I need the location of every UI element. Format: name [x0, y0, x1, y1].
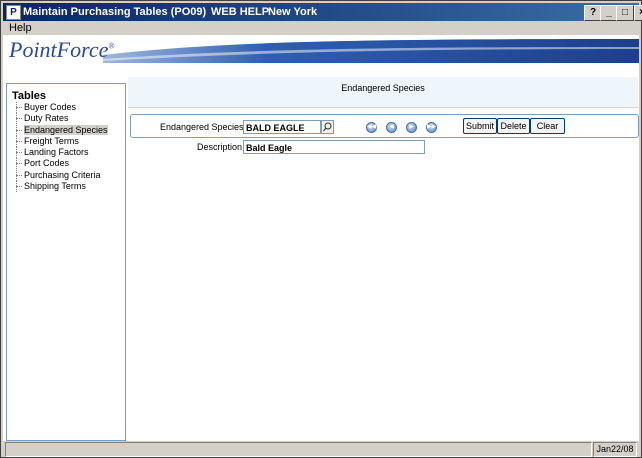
- brand-banner: PointForce®: [3, 35, 639, 63]
- status-message-panel: [5, 442, 592, 457]
- submit-button[interactable]: Submit: [463, 118, 497, 134]
- tree-item-label: Landing Factors: [24, 147, 89, 158]
- title-bar[interactable]: P Maintain Purchasing Tables (PO09) WEB …: [3, 3, 642, 21]
- content-area: Tables Buyer Codes Duty Rates Endangered…: [3, 63, 639, 441]
- status-bar: Jan22/08: [3, 441, 639, 457]
- tree-item-freight-terms[interactable]: Freight Terms: [14, 135, 108, 148]
- tree-item-shipping-terms[interactable]: Shipping Terms: [14, 181, 108, 193]
- web-help-link[interactable]: WEB HELP: [211, 6, 269, 18]
- pointforce-logo: PointForce®: [9, 37, 114, 63]
- location-label: New York: [268, 6, 318, 18]
- endangered-species-input[interactable]: BALD EAGLE: [243, 120, 321, 134]
- description-input[interactable]: Bald Eagle: [243, 140, 425, 154]
- previous-record-icon[interactable]: ◀: [386, 122, 397, 133]
- tree-item-purchasing-criteria[interactable]: Purchasing Criteria: [14, 169, 108, 182]
- tree-item-label: Duty Rates: [24, 113, 69, 124]
- application-window: P Maintain Purchasing Tables (PO09) WEB …: [0, 0, 642, 458]
- tree-item-port-codes[interactable]: Port Codes: [14, 158, 108, 170]
- menu-bar: Help: [3, 21, 639, 35]
- first-record-icon[interactable]: ◀◀: [366, 122, 377, 133]
- app-icon: P: [6, 5, 21, 20]
- menu-item-help[interactable]: Help: [9, 22, 32, 34]
- tables-heading: Tables: [12, 90, 47, 102]
- tree-item-label: Freight Terms: [24, 135, 79, 146]
- next-record-icon[interactable]: ▶: [406, 122, 417, 133]
- endangered-species-label: Endangered Species: [160, 122, 244, 132]
- trademark-mark: ®: [108, 41, 115, 51]
- tree-item-endangered-species[interactable]: Endangered Species: [14, 124, 108, 136]
- close-button[interactable]: ×: [634, 5, 642, 21]
- maximize-button[interactable]: □: [616, 5, 634, 21]
- delete-button[interactable]: Delete: [497, 118, 530, 134]
- tables-panel: Tables Buyer Codes Duty Rates Endangered…: [6, 83, 126, 441]
- last-record-icon[interactable]: ▶▶: [426, 122, 437, 133]
- window-title: Maintain Purchasing Tables (PO09): [23, 6, 207, 18]
- tree-item-label: Endangered Species: [24, 124, 108, 135]
- clear-button[interactable]: Clear: [530, 118, 565, 134]
- tree-item-duty-rates[interactable]: Duty Rates: [14, 113, 108, 125]
- page-header: Endangered Species: [128, 77, 638, 108]
- status-date: Jan22/08: [593, 442, 637, 457]
- banner-swoosh: [103, 39, 639, 63]
- tree-item-buyer-codes[interactable]: Buyer Codes: [14, 102, 108, 114]
- tree-item-label: Buyer Codes: [24, 102, 77, 112]
- tree-item-landing-factors[interactable]: Landing Factors: [14, 147, 108, 159]
- lookup-button[interactable]: [321, 120, 334, 134]
- tree-item-label: Purchasing Criteria: [24, 169, 101, 180]
- page-title: Endangered Species: [341, 83, 425, 93]
- tree-item-label: Port Codes: [24, 158, 70, 169]
- logo-text: PointForce: [9, 37, 109, 62]
- tree-item-label: Shipping Terms: [24, 181, 86, 192]
- search-icon: [323, 122, 332, 132]
- description-label: Description: [197, 142, 243, 152]
- tables-tree: Buyer Codes Duty Rates Endangered Specie…: [14, 102, 108, 193]
